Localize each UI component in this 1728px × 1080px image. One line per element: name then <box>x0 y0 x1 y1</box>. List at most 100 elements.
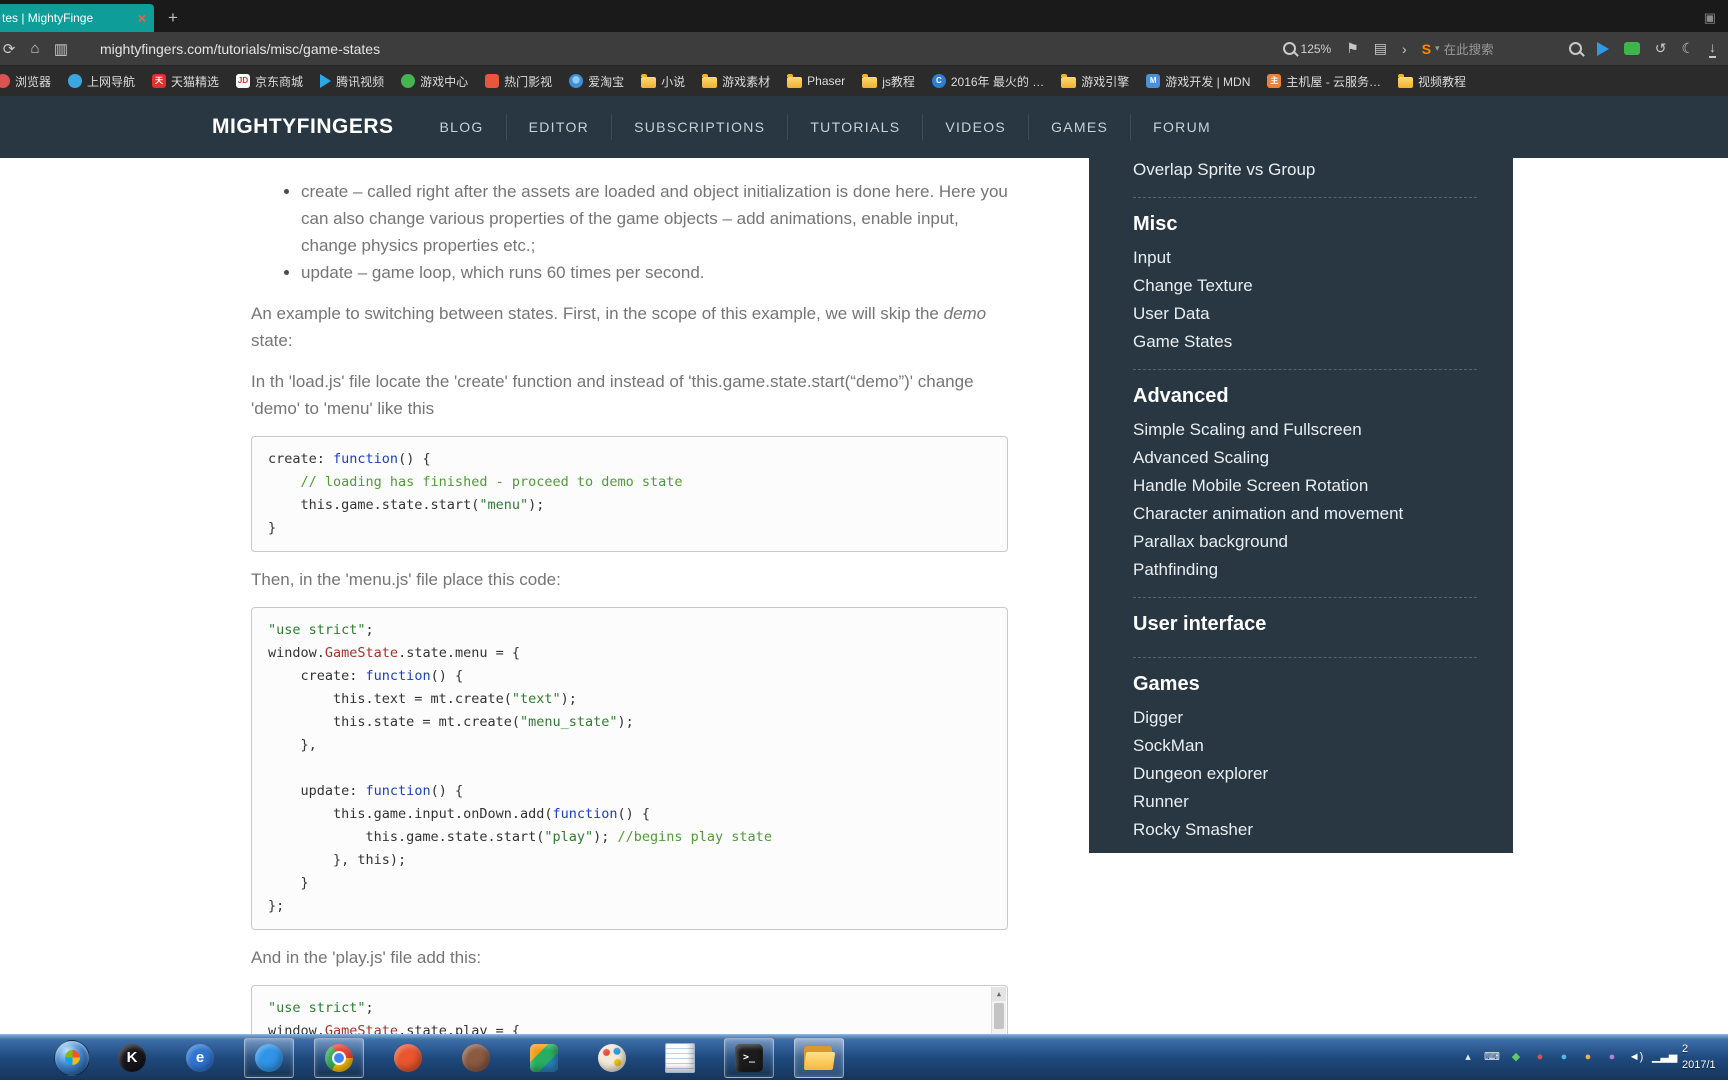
bookmark-item[interactable]: 主 主机屋 - 云服务… <box>1267 73 1381 90</box>
taskbar-app-qq-browser[interactable] <box>244 1037 294 1078</box>
tray-network-icon[interactable]: ▁▃▅ <box>1652 1052 1677 1063</box>
bookmark-icon-glyph: M <box>1149 76 1157 85</box>
sidebar-link[interactable]: Character animation and movement <box>1133 500 1477 528</box>
nav-item[interactable]: EDITOR <box>505 114 611 140</box>
tray-wechat-icon[interactable]: ● <box>1556 1052 1572 1063</box>
nav-item[interactable]: BLOG <box>418 114 506 140</box>
sidebar-link[interactable]: Advanced Scaling <box>1133 444 1477 472</box>
play-icon[interactable] <box>1596 41 1609 56</box>
tabbar-corner-icon[interactable]: ▣ <box>1704 10 1716 26</box>
new-tab-button[interactable]: + <box>168 8 178 28</box>
bookmark-item[interactable]: M 游戏开发 | MDN <box>1146 73 1250 90</box>
bullet-list: create – called right after the assets a… <box>251 178 1008 286</box>
bookmark-label: js教程 <box>882 74 915 89</box>
flag-icon[interactable]: ⚑ <box>1346 40 1359 57</box>
paragraph-menu: Then, in the 'menu.js' file place this c… <box>251 570 561 589</box>
tray-icons: ▴ ⌨ ◆ ● ● ● ● ◄) ▁▃▅ <box>1460 1052 1677 1063</box>
tray-tray-expand-icon[interactable]: ▴ <box>1460 1052 1476 1063</box>
bookmark-item[interactable]: 上网导航 <box>68 73 135 90</box>
paragraph-load: In th 'load.js' file locate the 'create'… <box>251 372 974 418</box>
browser-tab[interactable]: tes | MightyFinge × <box>0 4 154 32</box>
bookmark-item[interactable]: 腾讯视频 <box>320 73 384 90</box>
address-bar[interactable]: mightyfingers.com/tutorials/misc/game-st… <box>100 41 380 57</box>
search-engine-icon[interactable]: S <box>1422 41 1431 57</box>
taskbar-app-paint[interactable] <box>588 1039 636 1077</box>
sidebar-link[interactable]: SockMan <box>1133 732 1477 760</box>
zoom-control[interactable]: 125% <box>1282 42 1331 56</box>
taskbar-app-kugou[interactable]: K <box>108 1039 156 1077</box>
taskbar-app-internet-explorer[interactable]: e <box>176 1039 224 1077</box>
taskbar-app-chrome[interactable] <box>314 1037 364 1078</box>
bookmark-item[interactable]: 游戏中心 <box>401 73 468 90</box>
site-logo[interactable]: MightyFingers <box>212 115 394 139</box>
bookmark-item[interactable]: 游戏引擎 <box>1061 73 1129 90</box>
code-line: create: function() { <box>268 451 431 467</box>
sidebar-link[interactable]: Dungeon explorer <box>1133 760 1477 788</box>
tray-music-icon[interactable]: ● <box>1604 1052 1620 1063</box>
search-placeholder[interactable]: 在此搜索 <box>1444 39 1494 58</box>
search-icon[interactable] <box>1568 42 1582 55</box>
nav-item[interactable]: VIDEOS <box>922 114 1028 140</box>
search-box[interactable]: S ▾ 在此搜索 <box>1422 39 1554 58</box>
download-icon[interactable]: ↓ <box>1709 40 1716 58</box>
bookmark-item[interactable]: 浏览器 <box>0 73 51 90</box>
panels-icon[interactable]: ▤ <box>1374 40 1387 57</box>
taskbar-clock[interactable]: 2 2017/1 <box>1682 1042 1726 1073</box>
code-scrollbar[interactable]: ▲ <box>991 987 1006 1034</box>
taskbar-app-browser-360[interactable] <box>384 1039 432 1077</box>
sidebar-link[interactable]: Change Texture <box>1133 272 1477 300</box>
sidebar-link[interactable]: Digger <box>1133 704 1477 732</box>
bookmark-label: 游戏中心 <box>420 74 469 89</box>
bookmark-item[interactable]: C 2016年 最火的 … <box>931 73 1044 90</box>
bookmark-item[interactable]: 热门影视 <box>485 73 552 90</box>
nav-item[interactable]: TUTORIALS <box>787 114 922 140</box>
taskbar-app-file-explorer[interactable] <box>794 1037 844 1078</box>
nav-item[interactable]: FORUM <box>1130 114 1233 140</box>
sidebar-link[interactable]: Parallax background <box>1133 528 1477 556</box>
bookmark-item[interactable]: 爱淘宝 <box>569 73 624 90</box>
screen: tes | MightyFinge × + ▣ ⟳ ⌂ ▥ mightyfing… <box>0 0 1728 1080</box>
bookmark-item[interactable]: 游戏素材 <box>702 73 770 90</box>
night-mode-icon[interactable]: ☾ <box>1681 40 1694 57</box>
bookmark-item[interactable]: 天 天猫精选 <box>152 73 219 90</box>
sidebar-link[interactable]: Rocky Smasher <box>1133 816 1477 844</box>
bookmark-item[interactable]: JD 京东商城 <box>236 73 303 90</box>
reader-mode-icon[interactable]: ▥ <box>48 40 74 58</box>
sidebar-section: Advanced Simple Scaling and Fullscreen Adv… <box>1133 385 1477 598</box>
tray-input-method-icon[interactable]: ⌨ <box>1484 1052 1500 1063</box>
search-engine-caret-icon[interactable]: ▾ <box>1435 43 1440 54</box>
bookmark-item[interactable]: 视频教程 <box>1398 73 1466 90</box>
sidebar-link[interactable]: Pathfinding <box>1133 556 1477 584</box>
chevron-right-icon[interactable]: › <box>1402 41 1407 57</box>
scroll-thumb[interactable] <box>994 1003 1004 1029</box>
start-orb[interactable] <box>54 1039 90 1076</box>
nav-item[interactable]: GAMES <box>1028 114 1130 140</box>
sidebar-link[interactable]: Game States <box>1133 328 1477 356</box>
scroll-up-icon[interactable]: ▲ <box>992 987 1006 1001</box>
refresh-icon[interactable]: ⟳ <box>0 40 22 58</box>
bookmark-item[interactable]: Phaser <box>787 73 845 88</box>
bookmark-item[interactable]: js教程 <box>862 73 915 90</box>
sidebar-link[interactable]: Overlap Sprite vs Group <box>1133 158 1477 184</box>
undo-icon[interactable]: ↺ <box>1655 40 1667 57</box>
bookmark-icon: 主 <box>1267 74 1282 88</box>
nav-item[interactable]: SUBSCRIPTIONS <box>611 114 787 140</box>
tab-close-icon[interactable]: × <box>138 10 146 26</box>
sidebar-link[interactable]: Handle Mobile Screen Rotation <box>1133 472 1477 500</box>
home-icon[interactable]: ⌂ <box>22 40 48 57</box>
tray-qq-icon[interactable]: ● <box>1532 1052 1548 1063</box>
sidebar-link[interactable]: User Data <box>1133 300 1477 328</box>
tray-security-icon[interactable]: ◆ <box>1508 1052 1524 1063</box>
browser-tab-bar: tes | MightyFinge × + ▣ <box>0 0 1728 32</box>
taskbar-app-notepad[interactable] <box>656 1039 704 1077</box>
taskbar-app-cmd[interactable]: >_ <box>724 1037 774 1078</box>
chat-icon[interactable] <box>1623 42 1640 55</box>
sidebar-link[interactable]: Simple Scaling and Fullscreen <box>1133 416 1477 444</box>
taskbar-app-planet-browser[interactable] <box>452 1039 500 1077</box>
sidebar-link[interactable]: Runner <box>1133 788 1477 816</box>
tray-cloud-icon[interactable]: ● <box>1580 1052 1596 1063</box>
tray-volume-icon[interactable]: ◄) <box>1628 1052 1644 1063</box>
taskbar-app-photo-viewer[interactable] <box>520 1039 568 1077</box>
sidebar-link[interactable]: Input <box>1133 244 1477 272</box>
bookmark-item[interactable]: 小说 <box>641 73 685 90</box>
